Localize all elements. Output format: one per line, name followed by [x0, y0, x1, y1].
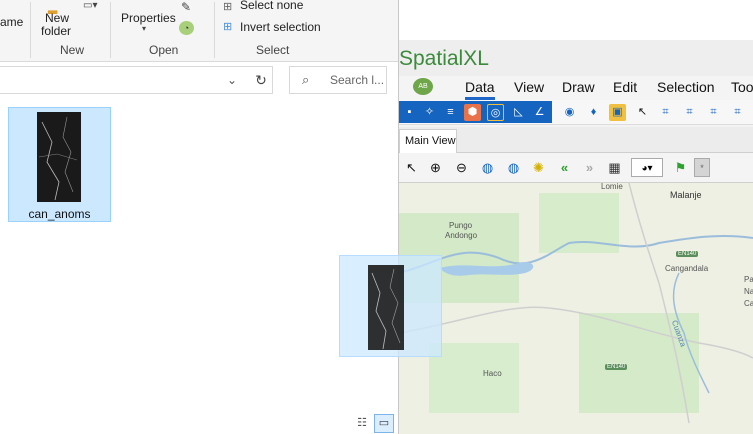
- ribbon-separator: [214, 2, 215, 58]
- map-label: Car: [744, 299, 753, 308]
- rename-label-partial[interactable]: ame: [0, 15, 23, 29]
- properties-dropdown-icon[interactable]: ▾: [142, 24, 146, 33]
- map-label: Haco: [483, 369, 502, 378]
- chevron-down-icon[interactable]: ⌄: [224, 70, 240, 90]
- draw-line-icon[interactable]: ∠: [531, 104, 548, 121]
- basemap-dropdown[interactable]: ◕▾: [631, 158, 663, 177]
- invert-selection-button[interactable]: Invert selection: [240, 20, 321, 34]
- large-icons-view-icon[interactable]: ▭: [374, 414, 394, 433]
- thumbnail-texture: [371, 268, 401, 350]
- road-shield: EN140: [676, 251, 699, 257]
- group-open-label: Open: [149, 43, 179, 57]
- select-none-icon[interactable]: ⊞: [223, 0, 232, 13]
- screen: SpatialXL AB Data View Draw Edit Selecti…: [0, 0, 753, 434]
- map-label: Par: [744, 275, 753, 284]
- app-titlebar: [399, 0, 753, 40]
- lasso-icon[interactable]: ◎: [487, 104, 504, 121]
- tool-a-icon[interactable]: ▪: [401, 104, 418, 121]
- select-pointer-icon[interactable]: ↖: [634, 104, 651, 121]
- green-area: [429, 343, 519, 413]
- file-explorer-window: ame ▂ New folder ▭▾ New Properties ▾ ✎ ◔…: [0, 0, 442, 434]
- node-move-icon[interactable]: ⌗: [729, 104, 746, 121]
- menu-view[interactable]: View: [514, 79, 544, 95]
- menu-selection[interactable]: Selection: [657, 79, 715, 95]
- zoom-in-icon[interactable]: ⊕: [426, 158, 445, 177]
- details-view-icon[interactable]: ☷: [353, 416, 371, 432]
- search-icon: ⌕: [302, 72, 310, 87]
- menu-data[interactable]: Data: [465, 79, 495, 95]
- node-edit-icon[interactable]: ⌗: [657, 104, 674, 121]
- map-label: Andongo: [445, 231, 478, 240]
- history-icon[interactable]: ◔: [179, 21, 194, 35]
- edit-icon[interactable]: ✎: [181, 0, 191, 14]
- map-pin-icon[interactable]: ⬢: [464, 104, 481, 121]
- new-item-icon[interactable]: ▭▾: [83, 0, 97, 11]
- map-label: Malanje: [670, 190, 702, 200]
- zoom-layer-icon[interactable]: ◍: [504, 158, 523, 177]
- tab-main-view[interactable]: Main View: [399, 129, 457, 153]
- file-name[interactable]: can_anoms: [8, 207, 111, 221]
- map-canvas[interactable]: Lomie Malanje Pungo Andongo Cangandala P…: [399, 183, 753, 434]
- back-icon[interactable]: «: [555, 158, 574, 177]
- map-label: Cangandala: [665, 264, 709, 273]
- select-none-button[interactable]: Select none: [240, 0, 303, 12]
- full-extent-icon[interactable]: ◍: [478, 158, 497, 177]
- map-label: Nac: [744, 287, 753, 296]
- globe-tool-icon[interactable]: ✧: [421, 104, 438, 121]
- avatar[interactable]: AB: [413, 78, 433, 95]
- group-new-label: New: [60, 43, 85, 57]
- properties-button[interactable]: Properties: [121, 11, 176, 25]
- spatialxl-window: SpatialXL AB Data View Draw Edit Selecti…: [399, 0, 753, 434]
- zoom-out-icon[interactable]: ⊖: [452, 158, 471, 177]
- menu-edit[interactable]: Edit: [613, 79, 637, 95]
- new-folder-label-1[interactable]: New: [45, 11, 69, 25]
- thumbnail-texture: [38, 116, 78, 201]
- new-folder-label-2[interactable]: folder: [41, 24, 71, 38]
- layers-icon[interactable]: ≡: [442, 104, 459, 121]
- app-title: SpatialXL: [399, 47, 489, 70]
- settings-gear-icon[interactable]: ✺: [529, 158, 548, 177]
- pointer-icon[interactable]: ↖: [402, 158, 421, 177]
- node-add-icon[interactable]: ⌗: [681, 104, 698, 121]
- grid-icon[interactable]: ▦: [605, 158, 624, 177]
- search-placeholder: Search l...: [330, 73, 385, 87]
- menu-draw[interactable]: Draw: [562, 79, 595, 95]
- road-shield: EN140: [605, 364, 628, 370]
- overflow-button[interactable]: *: [694, 158, 710, 177]
- group-select-label: Select: [256, 43, 290, 57]
- menu-tools[interactable]: Too: [731, 79, 753, 95]
- globe-icon[interactable]: ◉: [561, 104, 578, 121]
- map-label: Pungo: [449, 221, 473, 230]
- map-label: Lomie: [601, 183, 623, 191]
- location-pin-icon[interactable]: ♦: [585, 104, 602, 121]
- bookmark-icon[interactable]: ⚑: [671, 158, 690, 177]
- ribbon-separator: [30, 2, 31, 58]
- select-box-icon[interactable]: ▣: [609, 104, 626, 121]
- drag-preview-thumbnail: [368, 265, 404, 350]
- refresh-icon[interactable]: ↻: [250, 70, 272, 90]
- invert-selection-icon[interactable]: ⊞: [223, 20, 232, 33]
- node-remove-icon[interactable]: ⌗: [705, 104, 722, 121]
- forward-icon[interactable]: »: [580, 158, 599, 177]
- file-thumbnail[interactable]: [37, 112, 81, 202]
- measure-icon[interactable]: ◺: [510, 104, 527, 121]
- ribbon-separator: [110, 2, 111, 58]
